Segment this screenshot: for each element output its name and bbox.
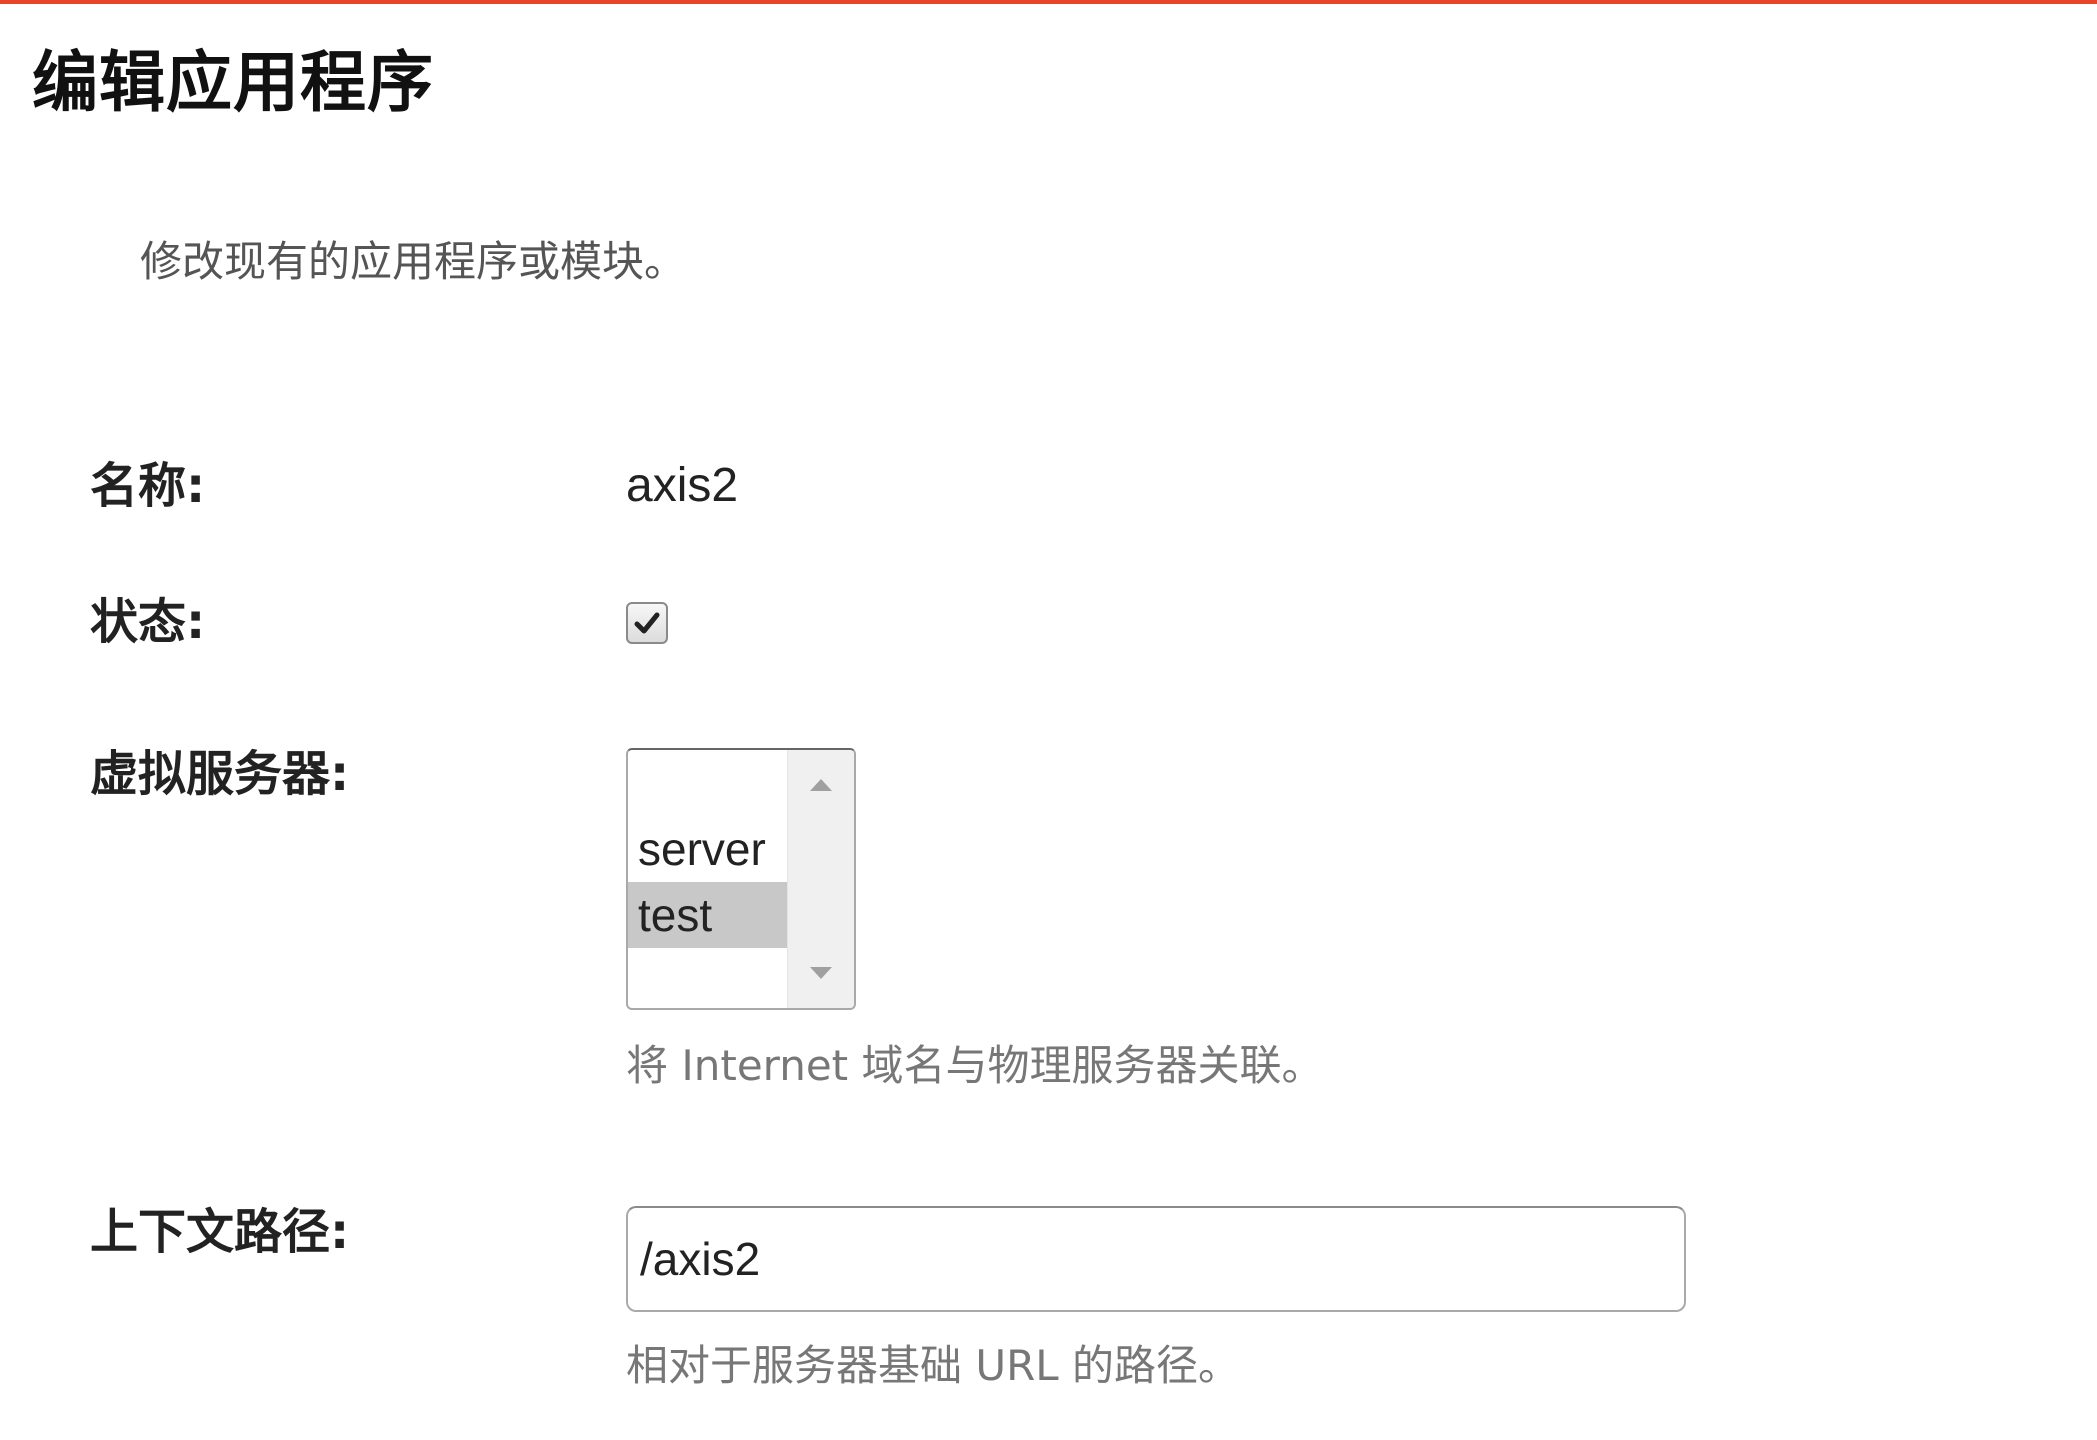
name-value: axis2 bbox=[626, 459, 739, 512]
status-checkbox[interactable] bbox=[626, 602, 668, 644]
status-label: 状态: bbox=[90, 594, 206, 650]
listbox-option-test[interactable]: test bbox=[628, 882, 788, 948]
triangle-up-icon bbox=[810, 779, 832, 791]
context-path-hint: 相对于服务器基础 URL 的路径。 bbox=[626, 1341, 1241, 1390]
listbox-option-server[interactable]: server bbox=[628, 816, 788, 882]
scroll-down-button[interactable] bbox=[788, 948, 854, 998]
page-title: 编辑应用程序 bbox=[32, 44, 434, 121]
checkmark-icon bbox=[634, 612, 660, 634]
top-accent-bar bbox=[0, 0, 2097, 4]
context-path-label: 上下文路径: bbox=[90, 1204, 350, 1260]
context-path-input[interactable] bbox=[626, 1206, 1686, 1312]
listbox-scrollbar[interactable] bbox=[787, 750, 854, 1008]
page-description: 修改现有的应用程序或模块。 bbox=[140, 237, 687, 286]
triangle-down-icon bbox=[810, 967, 832, 979]
scroll-up-button[interactable] bbox=[788, 760, 854, 810]
virtual-server-label: 虚拟服务器: bbox=[90, 746, 350, 802]
listbox-options: server test bbox=[628, 816, 788, 948]
virtual-server-listbox[interactable]: server test bbox=[626, 748, 856, 1010]
virtual-server-hint: 将 Internet 域名与物理服务器关联。 bbox=[626, 1041, 1324, 1090]
name-label: 名称: bbox=[90, 458, 206, 514]
